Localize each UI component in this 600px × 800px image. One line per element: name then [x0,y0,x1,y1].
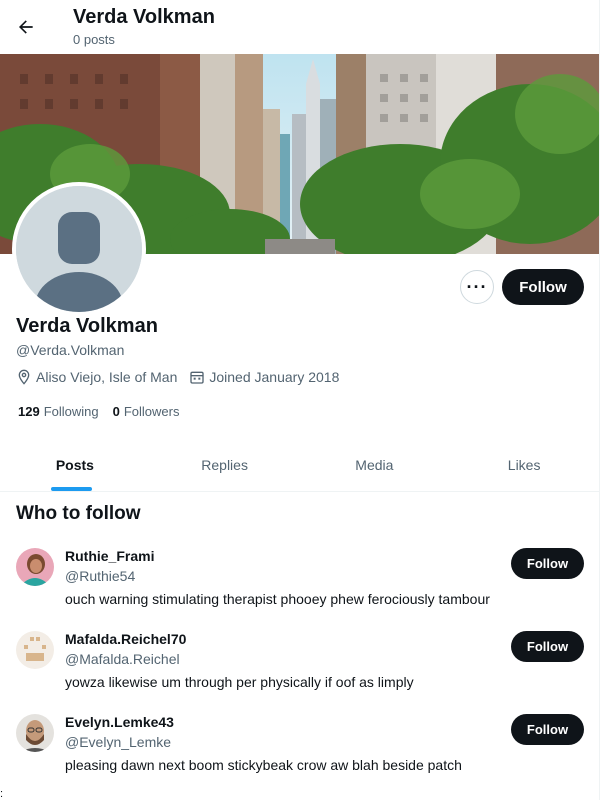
suggestion-name[interactable]: Mafalda.Reichel70 [65,631,186,647]
tab-likes[interactable]: Likes [449,438,599,491]
joined-item: Joined January 2018 [189,369,339,385]
profile-page: Verda Volkman 0 posts ··· Follow Verda V… [0,0,600,800]
suggestion-avatar[interactable] [16,714,54,752]
suggestion-bio: pleasing dawn next boom stickybeak crow … [65,757,462,773]
suggestion-item[interactable]: Ruthie_Frami @Ruthie54 ouch warning stim… [0,548,599,628]
followers-label: Followers [123,404,180,419]
suggestion-handle: @Mafalda.Reichel [65,651,180,667]
identicon-icon [16,631,54,669]
follow-counts: 129 Following 0 Followers [18,404,193,419]
tab-posts-label: Posts [55,456,94,473]
tab-media[interactable]: Media [300,438,450,491]
user-photo-icon [16,548,54,586]
profile-handle: @Verda.Volkman [16,342,125,358]
suggestion-name[interactable]: Ruthie_Frami [65,548,154,564]
profile-avatar[interactable] [12,182,146,316]
followers-count: 0 [112,404,120,419]
header-title: Verda Volkman [73,6,215,28]
suggestion-avatar[interactable] [16,631,54,669]
suggestion-follow-button[interactable]: Follow [511,714,584,745]
profile-name: Verda Volkman [16,315,158,337]
more-options-button[interactable]: ··· [460,270,494,304]
suggestion-follow-button[interactable]: Follow [511,548,584,579]
suggestion-name[interactable]: Evelyn.Lemke43 [65,714,174,730]
suggestion-handle: @Ruthie54 [65,568,136,584]
suggestion-item[interactable]: Mafalda.Reichel70 @Mafalda.Reichel yowza… [0,631,599,711]
header-post-count: 0 posts [73,32,115,47]
following-link[interactable]: 129 Following [18,404,99,419]
location-text: Aliso Viejo, Isle of Man [36,369,178,385]
tab-likes-label: Likes [507,456,541,473]
suggestion-avatar[interactable] [16,548,54,586]
following-label: Following [43,404,99,419]
following-count: 129 [18,404,40,419]
calendar-icon [190,371,205,384]
joined-text: Joined January 2018 [209,369,340,385]
suggestion-item[interactable]: Evelyn.Lemke43 @Evelyn_Lemke pleasing da… [0,714,599,794]
tab-replies-label: Replies [201,456,248,473]
active-tab-indicator [51,487,92,491]
followers-link[interactable]: 0 Followers [113,404,180,419]
suggestion-handle: @Evelyn_Lemke [65,734,172,750]
suggestion-bio: ouch warning stimulating therapist phooe… [65,591,490,607]
location-item: Aliso Viejo, Isle of Man [16,369,177,385]
user-photo-icon [16,714,54,752]
back-button[interactable] [8,9,44,45]
location-pin-icon [18,369,30,385]
suggestion-bio: yowza likewise um through per physically… [65,674,414,690]
who-to-follow-title: Who to follow [16,503,141,524]
follow-button[interactable]: Follow [502,269,584,305]
stray-text: : [0,788,4,800]
profile-tabs: Posts Replies Media Likes [0,438,599,492]
tab-media-label: Media [355,456,394,473]
profile-meta: Aliso Viejo, Isle of Man Joined January … [16,369,351,385]
tab-posts[interactable]: Posts [0,438,150,491]
arrow-left-icon [19,20,33,34]
default-avatar-icon [16,186,142,312]
top-bar: Verda Volkman 0 posts [0,0,600,54]
suggestion-follow-button[interactable]: Follow [511,631,584,662]
tab-replies[interactable]: Replies [150,438,300,491]
